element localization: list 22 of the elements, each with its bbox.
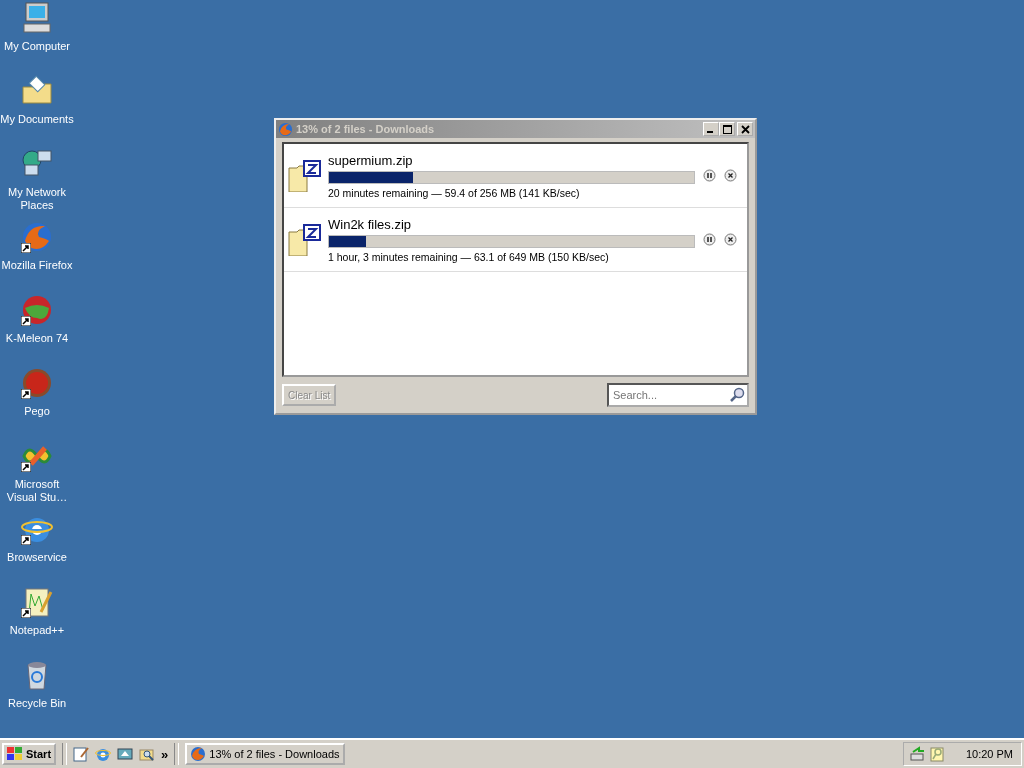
desktop-icon-label[interactable]: My Documents — [0, 113, 74, 126]
download-status: 20 minutes remaining — 59.4 of 256 MB (141 KB/sec) — [328, 186, 581, 199]
file-name: supermium.zip — [328, 152, 414, 168]
download-item[interactable]: Win2k files.zip 1 hour, 3 minutes remaining — 63.1 of 649 MB (150 KB/sec) — [284, 208, 747, 272]
start-button[interactable]: Start — [2, 743, 57, 765]
desktop-icon-label[interactable]: My Network Places — [0, 186, 74, 212]
desktop-icon-label[interactable]: Recycle Bin — [0, 697, 74, 710]
desktop-icon-label[interactable]: My Computer — [0, 40, 74, 53]
file-name: Win2k files.zip — [328, 216, 413, 232]
window-title: 13% of 2 files - Downloads — [296, 123, 436, 135]
taskbar-button[interactable]: 13% of 2 files - Downloads — [185, 743, 346, 765]
clock: 10:20 PM — [965, 748, 1013, 760]
more-chevron[interactable]: » — [161, 746, 169, 762]
download-item[interactable]: supermium.zip 20 minutes remaining — 59.4 of 256 MB (141 KB/sec) — [284, 144, 747, 208]
desktop-icon-label[interactable]: Pego — [0, 405, 74, 418]
desktop-icon-label[interactable]: Browservice — [0, 551, 74, 564]
desktop-icon-label[interactable]: Notepad++ — [0, 624, 74, 637]
desktop-icon-label[interactable]: Mozilla Firefox — [0, 259, 74, 272]
search-field[interactable]: Search... — [607, 383, 749, 407]
desktop-icon-label[interactable]: K-Meleon 74 — [0, 332, 74, 345]
desktop-icon-label[interactable]: Microsoft Visual Stu… — [0, 478, 74, 504]
download-status: 1 hour, 3 minutes remaining — 63.1 of 649 MB (150 KB/sec) — [328, 250, 610, 263]
